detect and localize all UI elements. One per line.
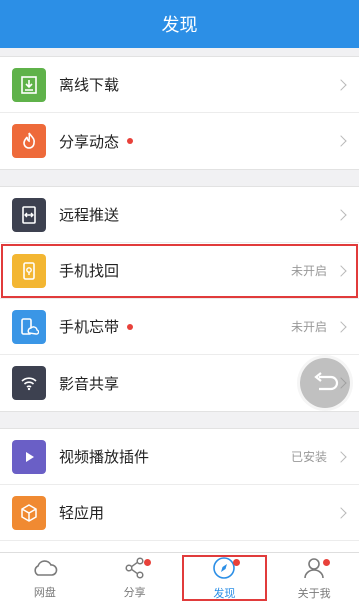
menu-row[interactable]: 增强工具 [0,541,359,552]
chevron-right-icon [335,450,347,463]
menu-row[interactable]: 远程推送 [0,187,359,243]
menu-group: 视频播放插件 已安装轻应用增强工具 [0,428,359,552]
user-icon [302,556,326,583]
menu-row-status: 未开启 [290,320,327,334]
phone-locate-icon [12,253,46,288]
menu-row[interactable]: 手机找回 未开启 [0,243,359,299]
discover-list[interactable]: 离线下载 分享动态 远程推送 手机找回 未开启 手机忘带 未开启 影音共享 视频播放插件 已安装轻… [0,48,359,552]
menu-row[interactable]: 离线下载 [0,57,359,113]
chevron-right-icon [335,506,347,519]
tab-label: 关于我 [297,586,331,600]
floating-back-button[interactable] [297,355,353,411]
chevron-right-icon [335,78,347,91]
tab-label: 网盘 [33,585,56,599]
menu-group: 离线下载 分享动态 [0,56,359,170]
menu-row-label: 离线下载 [59,76,120,94]
menu-row[interactable]: 轻应用 [0,485,359,541]
tab-cloud[interactable]: 网盘 [0,553,90,603]
phone-cloud-icon [12,309,46,344]
tab-label: 发现 [213,586,236,600]
new-dot-badge [127,138,134,144]
tab-badge-dot [233,559,241,566]
download-icon [12,67,46,102]
menu-row-status: 已安装 [290,450,327,464]
tab-user[interactable]: 关于我 [269,553,359,603]
chevron-right-icon [335,208,347,221]
flame-icon [12,124,46,158]
share-icon [123,556,147,582]
menu-row-label: 轻应用 [59,504,105,522]
menu-row-label: 视频播放插件 [59,448,150,466]
menu-row-label: 影音共享 [59,374,120,393]
bottom-tab-bar: 网盘 分享 发现 关于我 [0,552,359,603]
cube-icon [12,495,46,530]
chevron-right-icon [335,135,347,147]
chevron-right-icon [335,320,347,333]
menu-row[interactable]: 分享动态 [0,113,359,169]
new-dot-badge [127,323,134,330]
menu-row-status: 未开启 [290,264,327,278]
page-title: 发现 [161,15,198,36]
menu-row-label: 手机找回 [59,262,120,280]
tab-label: 分享 [123,585,146,599]
menu-row-label: 远程推送 [59,206,120,224]
wifi-icon [12,366,46,400]
chevron-right-icon [335,264,347,277]
menu-row[interactable]: 视频播放插件 已安装 [0,429,359,485]
cloud-icon [31,557,59,582]
tab-compass[interactable]: 发现 [180,553,270,603]
menu-row-label: 手机忘带 [59,318,120,336]
back-arrow-icon [314,372,339,391]
tab-badge-dot [323,559,331,566]
play-icon [12,439,46,474]
remote-push-icon [12,197,46,232]
tab-share[interactable]: 分享 [90,553,180,603]
tab-badge-dot [143,559,151,566]
menu-row[interactable]: 手机忘带 未开启 [0,299,359,355]
menu-row-label: 分享动态 [59,132,120,151]
page-header: 发现 [0,0,359,48]
